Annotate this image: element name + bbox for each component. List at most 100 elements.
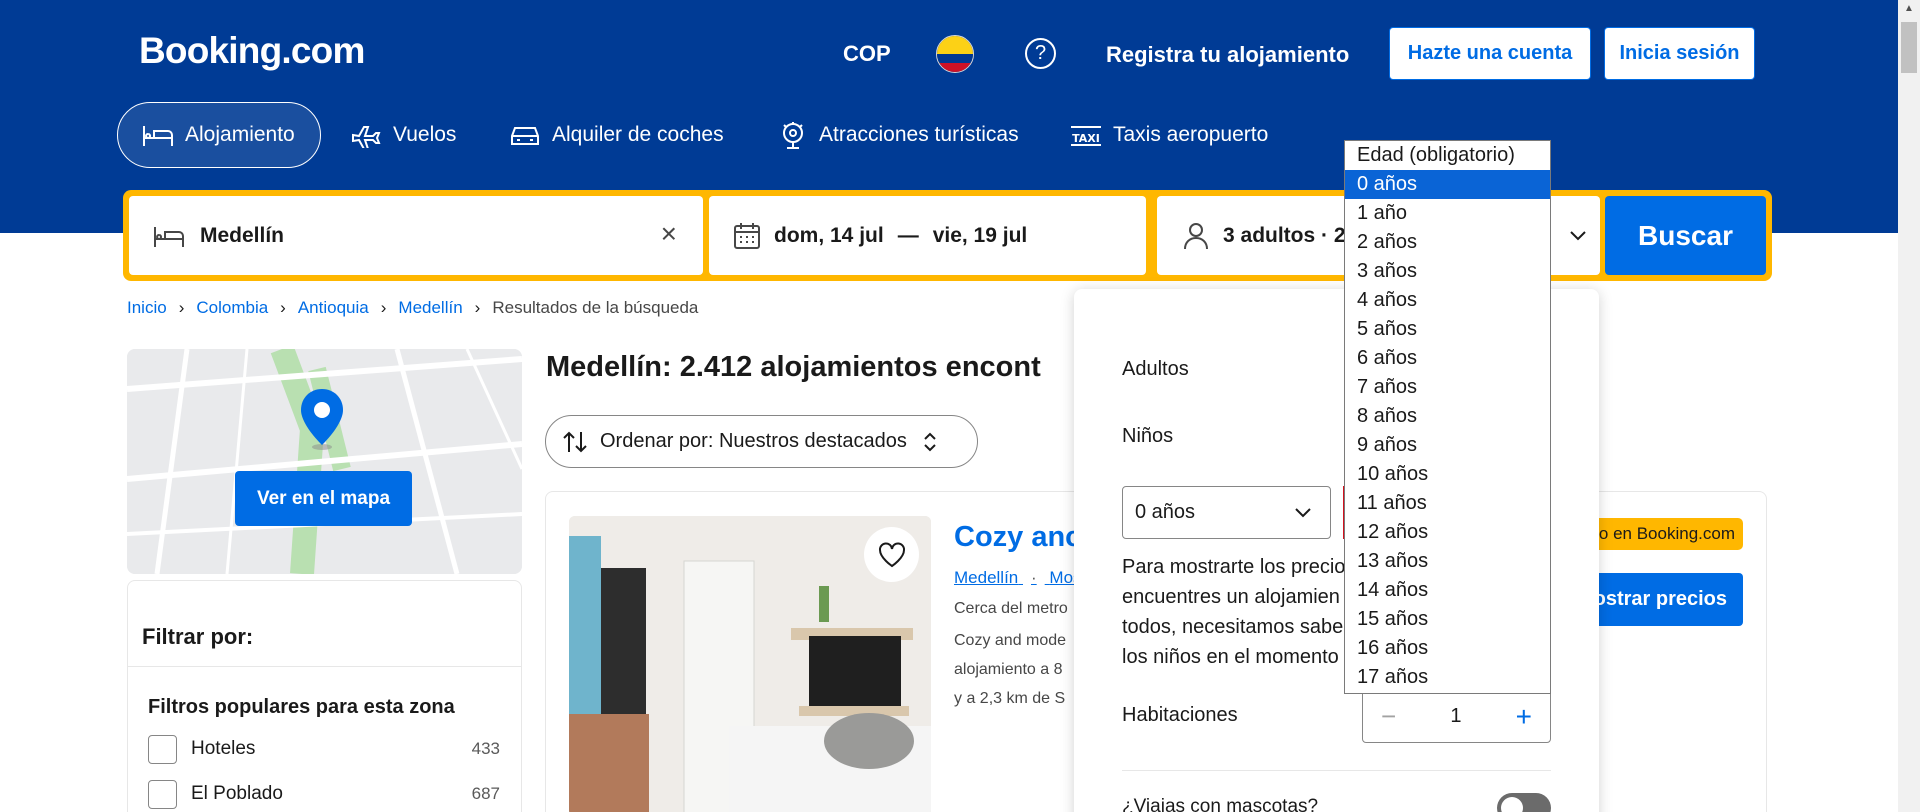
sort-chevron-icon [924,432,936,451]
checkin-date: dom, 14 jul [774,223,884,247]
pets-label: ¿Viajas con mascotas? [1122,796,1319,812]
filters-panel: Filtrar por: Filtros populares para esta… [127,580,522,812]
filters-title: Filtrar por: [142,624,254,649]
scrollbar-thumb[interactable] [1901,22,1917,73]
favorite-button[interactable] [864,527,919,582]
children-label: Niños [1122,425,1174,447]
age-option[interactable]: 9 años [1345,431,1550,460]
age-option[interactable]: 17 años [1345,663,1550,692]
property-description-line: y a 2,3 km de S [954,690,1066,707]
filter-checkbox[interactable] [148,734,177,764]
heart-icon [878,542,905,567]
show-on-map-button[interactable]: Ver en el mapa [235,471,412,526]
breadcrumb-current: Resultados de la búsqueda [492,298,699,317]
adults-label: Adultos [1122,358,1189,380]
panel-divider [1122,770,1551,771]
colombia-flag-icon[interactable] [936,35,974,73]
car-icon [511,127,539,145]
sort-button[interactable]: Ordenar por: Nuestros destacados [545,415,978,468]
child-age-select[interactable]: 0 años [1122,486,1331,539]
svg-text:TAXI: TAXI [1072,132,1100,145]
search-button[interactable]: Buscar [1605,196,1766,275]
age-option[interactable]: 8 años [1345,402,1550,431]
dates-field[interactable]: dom, 14 jul — vie, 19 jul [709,196,1146,275]
property-description-line: Cozy and mode [954,632,1067,649]
nav-tab-attractions[interactable]: Atracciones turísticas [778,102,1019,168]
results-heading: Medellín: 2.412 alojamientos encont [546,351,1041,383]
breadcrumb-region[interactable]: Antioquia [298,298,369,318]
nav-tab-label: Vuelos [393,123,457,146]
age-option[interactable]: 11 años [1345,489,1550,518]
breadcrumb-home[interactable]: Inicio [127,298,167,318]
chevron-down-icon [1295,508,1311,518]
pets-toggle[interactable] [1497,793,1551,812]
age-info-line: Para mostrarte los precio [1122,556,1346,578]
page-scrollbar[interactable] [1898,0,1920,812]
sign-in-button[interactable]: Inicia sesión [1604,27,1755,80]
sort-label: Ordenar por: Nuestros destacados [600,430,907,452]
age-option[interactable]: 7 años [1345,373,1550,402]
date-separator: — [897,223,919,247]
age-info-line: encuentres un alojamien [1122,586,1340,608]
nav-tab-label: Atracciones turísticas [819,123,1019,146]
age-option[interactable]: 5 años [1345,315,1550,344]
map-preview[interactable] [127,349,522,574]
chevron-right-icon: › [178,298,185,317]
nav-tab-airport-taxis[interactable]: TAXI Taxis aeropuerto [1070,102,1268,168]
filter-label: Hoteles [191,738,256,759]
age-option[interactable]: 6 años [1345,344,1550,373]
nav-tab-car-rental[interactable]: Alquiler de coches [509,102,724,168]
nav-tab-label: Alojamiento [185,123,295,146]
age-dropdown-header: Edad (obligatorio) [1357,144,1515,166]
age-option[interactable] [1345,692,1550,721]
filter-count: 433 [471,739,500,758]
age-option[interactable]: 15 años [1345,605,1550,634]
map-pin-icon [301,389,343,450]
rooms-label: Habitaciones [1122,704,1238,726]
plane-icon [352,126,381,148]
scroll-up-icon[interactable]: ▲ [1898,0,1920,18]
popular-filters-heading: Filtros populares para esta zona [148,696,455,718]
property-location: Medellín · Mos [954,568,1082,588]
filter-count: 687 [471,784,500,803]
filter-checkbox[interactable] [148,779,177,809]
age-option[interactable]: 2 años [1345,228,1550,257]
clear-destination-icon[interactable]: × [661,220,677,248]
currency-selector[interactable]: COP [843,41,891,67]
age-option[interactable]: 3 años [1345,257,1550,286]
checkout-date: vie, 19 jul [932,223,1028,247]
property-city-link[interactable]: Medellín [954,568,1018,587]
nav-tab-label: Taxis aeropuerto [1113,123,1269,146]
age-option[interactable]: 1 año [1345,199,1550,228]
age-option[interactable]: 14 años [1345,576,1550,605]
age-option[interactable]: 16 años [1345,634,1550,663]
age-info-line: todos, necesitamos sabe [1122,616,1344,638]
filter-option[interactable]: Hoteles 433 [148,734,500,764]
nav-tab-stays[interactable]: Alojamiento [117,102,321,168]
booking-logo[interactable]: Booking.com [139,30,365,72]
child-age-value: 0 años [1135,501,1196,523]
breadcrumb: Inicio › Colombia › Antioquia › Medellín… [127,298,698,318]
chevron-right-icon: › [280,298,286,317]
age-option[interactable]: 10 años [1345,460,1550,489]
bed-icon [143,126,173,146]
chevron-right-icon: › [474,298,481,317]
property-title[interactable]: Cozy anc [954,521,1081,554]
nav-tab-flights[interactable]: Vuelos [350,102,456,168]
breadcrumb-city[interactable]: Medellín [398,298,462,318]
create-account-button[interactable]: Hazte una cuenta [1389,27,1591,80]
list-property-link[interactable]: Registra tu alojamiento [1106,42,1349,68]
metro-nearby: Cerca del metro [954,600,1068,617]
age-option[interactable]: 12 años [1345,518,1550,547]
help-icon[interactable]: ? [1025,38,1056,69]
bed-icon [154,226,184,247]
age-option[interactable]: 13 años [1345,547,1550,576]
destination-field[interactable]: Medellín × [129,196,703,275]
breadcrumb-country[interactable]: Colombia [196,298,268,318]
calendar-icon [734,222,760,249]
age-option[interactable]: 0 años [1345,170,1550,199]
age-option[interactable]: 4 años [1345,286,1550,315]
filter-option[interactable]: El Poblado 687 [148,779,500,809]
chevron-right-icon: › [380,298,387,317]
age-info-line: los niños en el momento [1122,646,1339,668]
